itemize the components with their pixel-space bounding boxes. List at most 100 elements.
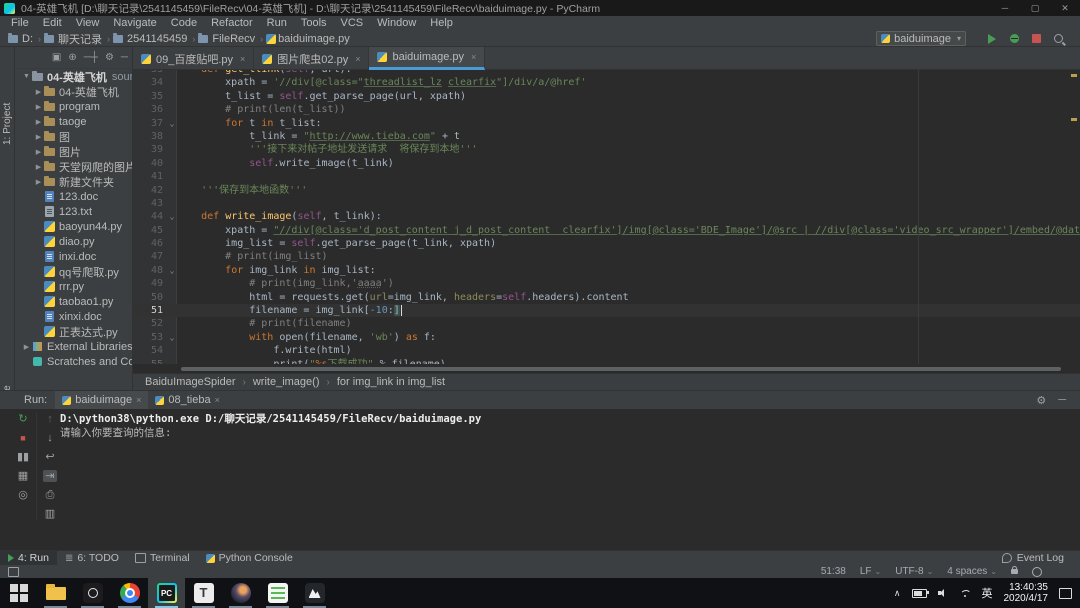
tree-item[interactable]: inxi.doc [15, 249, 132, 264]
code-line[interactable]: 35 t_list = self.get_parse_page(url, xpa… [133, 90, 1080, 103]
menu-refactor[interactable]: Refactor [204, 16, 260, 31]
taskbar-chrome-browser[interactable] [111, 578, 148, 608]
tool-button-terminal[interactable]: Terminal [127, 551, 198, 566]
gear-icon[interactable]: ⚙ [1036, 394, 1046, 407]
tree-expand-icon[interactable]: ▼ [21, 73, 32, 80]
minimize-button[interactable]: ─ [990, 0, 1020, 16]
up-stack-trace-icon[interactable]: ↑ [43, 413, 57, 425]
indent-setting[interactable]: 4 spaces⌄ [947, 566, 997, 577]
project-header-icon[interactable]: ─┼ [84, 53, 98, 63]
close-button[interactable]: ✕ [1050, 0, 1080, 16]
lock-icon[interactable] [1011, 569, 1018, 574]
menu-window[interactable]: Window [370, 16, 423, 31]
maximize-button[interactable]: ▢ [1020, 0, 1050, 16]
tree-item[interactable]: 123.txt [15, 204, 132, 219]
restore-layout-icon[interactable]: ▦ [16, 470, 30, 482]
notification-center-icon[interactable] [1059, 588, 1072, 599]
tree-item[interactable]: xinxi.doc [15, 309, 132, 324]
battery-icon[interactable] [912, 589, 927, 598]
tool-button-project[interactable]: 1: Project [0, 135, 15, 146]
run-console-tab[interactable]: baiduimage× [55, 391, 148, 409]
tree-item[interactable]: ▼04-英雄飞机sources [15, 69, 132, 84]
code-area[interactable]: 33 def get_tlink(self, url):34 xpath = '… [133, 70, 1080, 364]
editor-tab[interactable]: 09_百度贴吧.py× [133, 47, 254, 70]
caret-position[interactable]: 51:38 [821, 566, 846, 577]
editor-breadcrumb-item[interactable]: write_image() [253, 376, 320, 388]
horizontal-scrollbar[interactable] [181, 367, 1061, 371]
taskbar-camera-app[interactable] [74, 578, 111, 608]
volume-icon[interactable] [938, 588, 948, 598]
tree-item[interactable]: ▶图片 [15, 144, 132, 159]
tool-button-python-console[interactable]: Python Console [198, 551, 301, 566]
code-line[interactable]: 42 '''保存到本地函数''' [133, 184, 1080, 197]
tree-item[interactable]: qq号爬取.py [15, 264, 132, 279]
code-line[interactable]: 49 # print(img_link,'aaaa') [133, 277, 1080, 290]
taskbar-pycharm-app[interactable] [148, 578, 185, 608]
clock[interactable]: 13:40:35 2020/4/17 [1004, 582, 1049, 604]
tree-item[interactable]: rrr.py [15, 279, 132, 294]
inspections-icon[interactable] [1032, 567, 1042, 577]
tree-item[interactable]: ▶External Libraries [15, 339, 132, 354]
menu-navigate[interactable]: Navigate [106, 16, 163, 31]
run-console[interactable]: D:\python38\python.exe D:/聊天记录/254114545… [60, 413, 1074, 440]
code-line[interactable]: 47 # print(img_list) [133, 250, 1080, 263]
editor-tab[interactable]: baiduimage.py× [369, 47, 485, 70]
taskbar-sphere-app[interactable] [222, 578, 259, 608]
code-line[interactable]: 43 [133, 197, 1080, 210]
tree-item[interactable]: diao.py [15, 234, 132, 249]
code-line[interactable]: 44⌄ def write_image(self, t_link): [133, 210, 1080, 223]
menu-help[interactable]: Help [423, 16, 460, 31]
tree-item[interactable]: ▶taoge [15, 114, 132, 129]
code-line[interactable]: 51 filename = img_link[-10:] [133, 304, 1080, 317]
tree-expand-icon[interactable]: ▶ [21, 343, 32, 351]
editor-breadcrumb-item[interactable]: BaiduImageSpider [145, 376, 236, 388]
stop-button[interactable] [1028, 32, 1044, 46]
editor-breadcrumb-item[interactable]: for img_link in img_list [337, 376, 445, 388]
tool-button-todo[interactable]: ≣ 6: TODO [57, 551, 127, 566]
fold-marker-icon[interactable]: ⌄ [167, 210, 177, 223]
tool-button-event-log[interactable]: Event Log [1002, 552, 1080, 564]
taskbar-notes-app[interactable] [259, 578, 296, 608]
tree-item[interactable]: Scratches and Consoles [15, 354, 132, 369]
editor-tab[interactable]: 图片爬虫02.py× [254, 47, 369, 70]
tray-expand-icon[interactable]: ∧ [894, 588, 901, 599]
menu-edit[interactable]: Edit [36, 16, 69, 31]
path-crumb[interactable]: 聊天记录 [44, 31, 104, 47]
code-line[interactable]: 34 xpath = '//div[@class="threadlist_lz … [133, 76, 1080, 89]
close-tab-icon[interactable]: × [240, 54, 245, 64]
code-line[interactable]: 39 '''接下来对帖子地址发送请求 将保存到本地''' [133, 143, 1080, 156]
tree-item[interactable]: ▶04-英雄飞机 [15, 84, 132, 99]
tree-item[interactable]: ▶program [15, 99, 132, 114]
file-encoding[interactable]: UTF-8⌄ [895, 566, 933, 577]
code-line[interactable]: 52 # print(filename) [133, 317, 1080, 330]
code-line[interactable]: 53⌄ with open(filename, 'wb') as f: [133, 331, 1080, 344]
code-line[interactable]: 54 f.write(html) [133, 344, 1080, 357]
close-tab-icon[interactable]: × [136, 395, 141, 405]
fold-marker-icon[interactable]: ⌄ [167, 331, 177, 344]
fold-marker-icon[interactable]: ⌄ [167, 117, 177, 130]
menu-file[interactable]: File [4, 16, 36, 31]
soft-wrap-icon[interactable]: ↩ [43, 451, 57, 463]
path-crumb[interactable]: baiduimage.py [266, 33, 352, 45]
scroll-to-end-icon[interactable]: ⇥ [43, 470, 57, 482]
code-line[interactable]: 36 # print(len(t_list)) [133, 103, 1080, 116]
path-crumb[interactable]: FileRecv [198, 33, 257, 45]
path-crumb[interactable]: D: [8, 33, 35, 45]
tree-item[interactable]: taobao1.py [15, 294, 132, 309]
tree-expand-icon[interactable]: ▶ [33, 88, 44, 96]
line-separator[interactable]: LF⌄ [860, 566, 881, 577]
tree-expand-icon[interactable]: ▶ [33, 163, 44, 171]
run-console-tab[interactable]: 08_tieba× [148, 391, 226, 409]
code-line[interactable]: 37⌄ for t in t_list: [133, 117, 1080, 130]
tool-button-run[interactable]: 4: Run [0, 551, 57, 566]
run-button[interactable] [984, 32, 1000, 46]
fold-marker-icon[interactable]: ⌄ [167, 264, 177, 277]
wifi-icon[interactable] [959, 589, 971, 598]
code-line[interactable]: 40 self.write_image(t_link) [133, 157, 1080, 170]
menu-tools[interactable]: Tools [294, 16, 334, 31]
tree-item[interactable]: 正表达式.py [15, 324, 132, 339]
search-everywhere-icon[interactable] [1050, 32, 1066, 46]
tool-window-quick-access-icon[interactable] [8, 567, 19, 577]
pin-tab-icon[interactable]: ◎ [16, 489, 30, 501]
code-line[interactable]: 48⌄ for img_link in img_list: [133, 264, 1080, 277]
